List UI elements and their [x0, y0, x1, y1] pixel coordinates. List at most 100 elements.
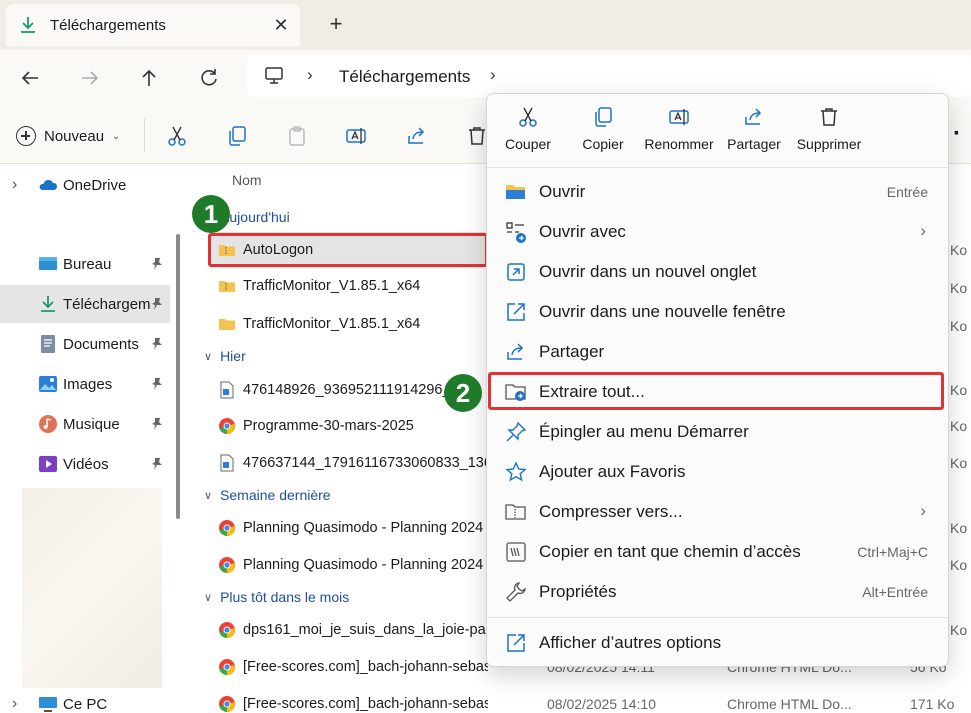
chevron-down-icon: ⌄ [112, 130, 121, 142]
menu-item-open-new-window[interactable]: Ouvrir dans une nouvelle fenêtre [487, 292, 948, 332]
quick-action-delete[interactable]: Supprimer [791, 106, 867, 166]
menu-item-shortcut: Alt+Entrée [862, 584, 928, 600]
new-tab-button[interactable]: + [322, 10, 350, 38]
menu-item-add-favorites[interactable]: Ajouter aux Favoris [487, 452, 948, 492]
file-size-edge: Ko [950, 622, 968, 638]
more-options-icon [507, 634, 525, 652]
blurred-area [22, 488, 162, 688]
breadcrumb-downloads[interactable]: Téléchargements [339, 67, 470, 87]
rename-icon [669, 109, 689, 125]
rename-icon[interactable] [344, 124, 368, 148]
chevron-down-icon: ∨ [204, 350, 213, 363]
breadcrumb-chevron-end[interactable]: › [490, 65, 496, 85]
file-date: 08/02/2025 14:10 [547, 696, 656, 712]
menu-item-copy-path[interactable]: Copier en tant que chemin d’accès Ctrl+M… [487, 532, 948, 572]
pin-icon[interactable] [150, 457, 164, 471]
cut-icon[interactable] [165, 124, 189, 148]
copy-icon [595, 107, 612, 127]
star-icon [505, 461, 527, 482]
new-window-icon [507, 303, 525, 321]
refresh-icon[interactable] [193, 62, 225, 94]
file-size-edge: Ko [950, 418, 968, 434]
quick-action-rename[interactable]: Renommer [639, 106, 719, 166]
address-bar[interactable]: › Téléchargements › [247, 55, 971, 97]
submenu-arrow-icon: › [920, 221, 926, 240]
share-icon[interactable] [405, 124, 429, 148]
file-row[interactable]: [Free-scores.com]_bach-johann-sebastian.… [210, 686, 970, 713]
quick-action-cut[interactable]: Couper [491, 106, 565, 166]
download-icon [21, 17, 35, 33]
file-name: TrafficMonitor_V1.85.1_x64 [243, 278, 421, 294]
menu-item-open-with[interactable]: Ouvrir avec › [487, 212, 948, 252]
tab-downloads[interactable]: Téléchargements ✕ [6, 4, 300, 46]
menu-item-pin-start[interactable]: Épingler au menu Démarrer [487, 412, 948, 452]
pin-icon[interactable] [150, 257, 164, 271]
quick-action-label: Supprimer [796, 136, 862, 152]
cut-icon [519, 107, 537, 127]
group-header-last-week[interactable]: ∨ Semaine dernière [204, 487, 331, 503]
new-button-label: Nouveau [44, 127, 105, 145]
menu-item-share[interactable]: Partager [487, 332, 948, 372]
group-label: Aujourd'hui [220, 209, 290, 225]
file-name: dps161_moi_je_suis_dans_la_joie-par [243, 622, 488, 638]
documents-icon [41, 335, 55, 353]
chevron-down-icon: ∨ [204, 591, 213, 604]
sidebar-item-images[interactable]: Images [0, 365, 170, 403]
chrome-icon [219, 557, 235, 573]
folder-open-icon [506, 185, 525, 199]
menu-item-properties[interactable]: Propriétés Alt+Entrée [487, 572, 948, 612]
file-explorer-window: Téléchargements ✕ + › Téléchargements › [0, 0, 971, 713]
sidebar-item-label: Bureau [63, 255, 112, 273]
desktop-icon [39, 257, 57, 270]
chevron-down-icon: ∨ [204, 489, 213, 502]
pin-icon[interactable] [150, 297, 164, 311]
up-icon[interactable] [133, 62, 165, 94]
sidebar-item-bureau[interactable]: Bureau [0, 245, 170, 283]
expand-chevron-icon[interactable]: › [12, 695, 17, 713]
breadcrumb-chevron[interactable]: › [307, 65, 313, 85]
sidebar-item-music[interactable]: Musique [0, 405, 170, 443]
sidebar-item-onedrive[interactable]: › OneDrive [0, 166, 170, 204]
sidebar-item-documents[interactable]: Documents [0, 325, 170, 363]
pin-icon[interactable] [150, 417, 164, 431]
quick-action-share[interactable]: Partager [717, 106, 791, 166]
column-header-name[interactable]: Nom [232, 172, 262, 188]
paste-icon[interactable] [285, 124, 309, 148]
sidebar-item-videos[interactable]: Vidéos [0, 445, 170, 483]
image-file-icon [220, 381, 234, 399]
group-header-earlier-this-month[interactable]: ∨ Plus tôt dans le mois [204, 589, 349, 605]
group-header-yesterday[interactable]: ∨ Hier [204, 348, 246, 364]
menu-item-open[interactable]: Ouvrir Entrée [487, 172, 948, 212]
step-badge-2: 2 [444, 374, 482, 412]
close-tab-icon[interactable]: ✕ [268, 12, 294, 38]
sidebar-scrollbar[interactable] [176, 234, 180, 519]
menu-item-label: Compresser vers... [539, 502, 683, 521]
copy-path-icon [506, 542, 526, 562]
back-icon[interactable] [14, 62, 46, 94]
step-badge-1: 1 [192, 195, 230, 233]
quick-action-copy[interactable]: Copier [566, 106, 640, 166]
menu-item-compress[interactable]: Compresser vers... › [487, 492, 948, 532]
menu-item-label: Copier en tant que chemin d’accès [539, 542, 801, 561]
file-name: [Free-scores.com]_bach-johann-sebastian.… [243, 696, 488, 712]
menu-item-open-new-tab[interactable]: Ouvrir dans un nouvel onglet [487, 252, 948, 292]
new-button[interactable]: Nouveau ⌄ [16, 124, 120, 148]
sidebar-item-label: Images [63, 375, 113, 393]
pin-icon[interactable] [150, 337, 164, 351]
menu-item-label: Partager [539, 342, 605, 361]
file-size: 171 Ko [910, 696, 955, 712]
forward-icon[interactable] [74, 62, 106, 94]
menu-item-more-options[interactable]: Afficher d’autres options [487, 623, 948, 663]
expand-chevron-icon[interactable]: › [12, 176, 17, 194]
more-icon[interactable]: · [953, 120, 961, 148]
sidebar-item-this-pc[interactable]: › Ce PC [0, 685, 170, 713]
chrome-icon [219, 696, 235, 712]
menu-item-label: Afficher d’autres options [539, 633, 722, 652]
quick-action-label: Renommer [644, 136, 714, 152]
pin-icon[interactable] [150, 377, 164, 391]
tab-bar: Téléchargements ✕ + [0, 0, 971, 50]
sidebar-item-downloads[interactable]: Téléchargements [0, 285, 170, 323]
copy-icon[interactable] [225, 124, 249, 148]
cloud-icon [39, 179, 58, 190]
sidebar-item-label: Musique [63, 415, 120, 433]
